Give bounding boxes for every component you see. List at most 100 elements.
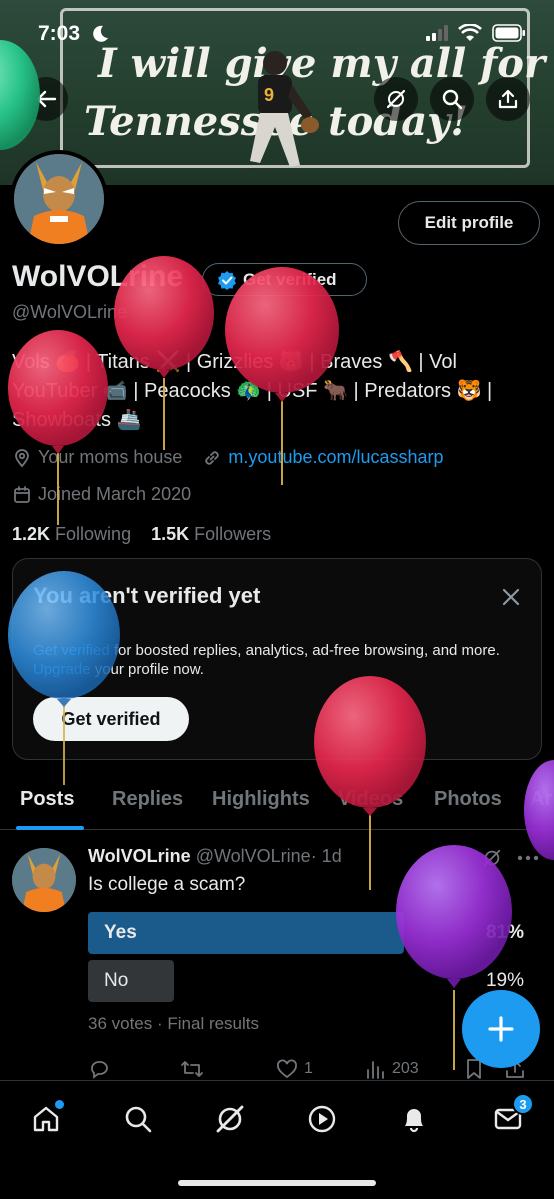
verification-card-text-part1: for boosted replies, analytics, ad-free … bbox=[109, 642, 500, 659]
tab-articles[interactable]: Ar bbox=[530, 788, 552, 811]
profile-bio: Vols 🍊 | Titans ⚔️ | Grizzlies 🐻 | Brave… bbox=[12, 348, 532, 435]
heart-icon bbox=[277, 1059, 297, 1079]
nav-messages[interactable]: 3 bbox=[488, 1093, 534, 1139]
tab-posts[interactable]: Posts bbox=[20, 788, 74, 811]
messages-badge: 3 bbox=[512, 1093, 534, 1115]
profile-tabs: Posts Replies Highlights Videos Photos A… bbox=[0, 770, 554, 830]
post-author-handle: @WolVOLrine bbox=[195, 846, 311, 866]
followers-link[interactable]: 1.5K Followers bbox=[151, 524, 271, 544]
wifi-icon bbox=[458, 24, 482, 41]
bell-icon bbox=[405, 1109, 423, 1133]
grok-icon[interactable] bbox=[482, 848, 502, 868]
poll-option-percent: 19% bbox=[485, 970, 524, 991]
bio-line: Vols 🍊 | Titans ⚔️ | Grizzlies 🐻 | Brave… bbox=[12, 351, 457, 373]
reply-icon bbox=[91, 1061, 108, 1079]
verified-badge-icon bbox=[218, 270, 236, 290]
follow-stats: 1.2K Following 1.5K Followers bbox=[12, 524, 271, 545]
poll-option-percent: 81% bbox=[485, 922, 524, 943]
edit-profile-button[interactable]: Edit profile bbox=[398, 201, 540, 245]
post-text: Is college a scam? bbox=[88, 874, 246, 895]
play-circle-icon bbox=[308, 1105, 336, 1133]
nav-notifications[interactable] bbox=[394, 1099, 434, 1139]
poll-option-label: No bbox=[104, 970, 129, 991]
get-verified-link[interactable]: Get verified bbox=[33, 642, 110, 659]
post-actions: 1 203 bbox=[88, 1058, 538, 1080]
back-button[interactable] bbox=[24, 77, 68, 121]
poll-option: Yes bbox=[88, 912, 404, 954]
poll-option-label: Yes bbox=[104, 922, 137, 943]
view-count: 203 bbox=[392, 1060, 419, 1077]
share-icon bbox=[498, 89, 518, 109]
grok-icon bbox=[216, 1105, 244, 1133]
followers-label: Followers bbox=[194, 524, 272, 544]
status-bar: 7:03 bbox=[0, 0, 554, 68]
more-options-icon[interactable] bbox=[516, 854, 540, 862]
svg-text:9: 9 bbox=[264, 85, 274, 105]
post-header: WolVOLrine @WolVOLrine· 1d bbox=[88, 846, 342, 867]
analytics-icon bbox=[367, 1061, 384, 1079]
grok-icon bbox=[386, 89, 406, 109]
tab-replies[interactable]: Replies bbox=[112, 788, 183, 811]
profile-handle: @WolVOLrine bbox=[12, 302, 127, 322]
plus-icon bbox=[488, 1016, 514, 1042]
tab-photos[interactable]: Photos bbox=[434, 788, 502, 811]
status-time: 7:03 bbox=[38, 22, 81, 45]
views-button[interactable]: 203 bbox=[364, 1058, 464, 1080]
search-icon bbox=[125, 1106, 152, 1133]
notification-dot bbox=[55, 1100, 64, 1109]
home-indicator bbox=[178, 1180, 376, 1186]
post-author-avatar[interactable] bbox=[12, 848, 76, 912]
compose-post-button[interactable] bbox=[462, 990, 540, 1068]
signal-icon bbox=[426, 25, 448, 41]
repost-icon bbox=[181, 1061, 203, 1077]
poll-option: No bbox=[88, 960, 174, 1002]
following-count: 1.2K bbox=[12, 524, 51, 544]
profile-meta-row: Your moms house m.youtube.com/lucassharp bbox=[12, 447, 444, 468]
nav-home[interactable] bbox=[26, 1099, 66, 1139]
tab-videos[interactable]: Videos bbox=[338, 788, 403, 811]
repost-button[interactable] bbox=[180, 1058, 276, 1080]
profile-location: Your moms house bbox=[38, 447, 183, 467]
followers-count: 1.5K bbox=[151, 524, 190, 544]
post-author-name[interactable]: WolVOLrine bbox=[88, 846, 191, 866]
search-button[interactable] bbox=[430, 77, 474, 121]
close-icon[interactable] bbox=[499, 585, 523, 609]
arrow-left-icon bbox=[36, 90, 57, 108]
nav-search[interactable] bbox=[118, 1099, 158, 1139]
grok-button[interactable] bbox=[374, 77, 418, 121]
get-verified-chip[interactable]: Get verified bbox=[202, 263, 367, 296]
verification-card-text-part2: your profile now. bbox=[90, 661, 204, 678]
moon-icon bbox=[93, 25, 108, 42]
following-link[interactable]: 1.2K Following bbox=[12, 524, 131, 544]
avatar-image bbox=[14, 154, 104, 244]
avatar-image bbox=[12, 848, 76, 912]
tab-highlights[interactable]: Highlights bbox=[212, 788, 310, 811]
bio-line: YouTuber 📹 | Peacocks 🦚 | USF 🐂 | Predat… bbox=[12, 380, 493, 402]
profile-name: WolVOLrine bbox=[12, 260, 184, 293]
verification-prompt-card: You aren't verified yet Get verified for… bbox=[12, 558, 542, 760]
search-icon bbox=[442, 89, 463, 110]
post-time: · 1d bbox=[310, 846, 342, 866]
nav-videos[interactable] bbox=[302, 1099, 342, 1139]
following-label: Following bbox=[55, 524, 132, 544]
get-verified-button[interactable]: Get verified bbox=[33, 697, 189, 741]
profile-website-link[interactable]: m.youtube.com/lucassharp bbox=[228, 447, 443, 468]
profile-joined-row: Joined March 2020 bbox=[12, 484, 191, 505]
link-icon bbox=[205, 450, 220, 465]
like-button[interactable]: 1 bbox=[276, 1058, 364, 1080]
profile-avatar[interactable] bbox=[10, 150, 108, 248]
verification-card-title: You aren't verified yet bbox=[33, 583, 261, 608]
battery-icon bbox=[492, 24, 525, 42]
verification-card-text: Get verified for boosted replies, analyt… bbox=[33, 641, 523, 679]
status-indicators bbox=[426, 24, 526, 42]
reply-button[interactable] bbox=[88, 1058, 180, 1080]
nav-grok[interactable] bbox=[210, 1099, 250, 1139]
like-count: 1 bbox=[304, 1060, 313, 1077]
active-tab-indicator bbox=[16, 826, 84, 830]
share-button[interactable] bbox=[486, 77, 530, 121]
profile-joined: Joined March 2020 bbox=[38, 484, 192, 504]
poll-votes: 36 votes · Final results bbox=[88, 1014, 260, 1033]
upgrade-link[interactable]: Upgrade bbox=[33, 661, 91, 678]
location-icon bbox=[15, 448, 29, 467]
calendar-icon bbox=[14, 485, 30, 503]
